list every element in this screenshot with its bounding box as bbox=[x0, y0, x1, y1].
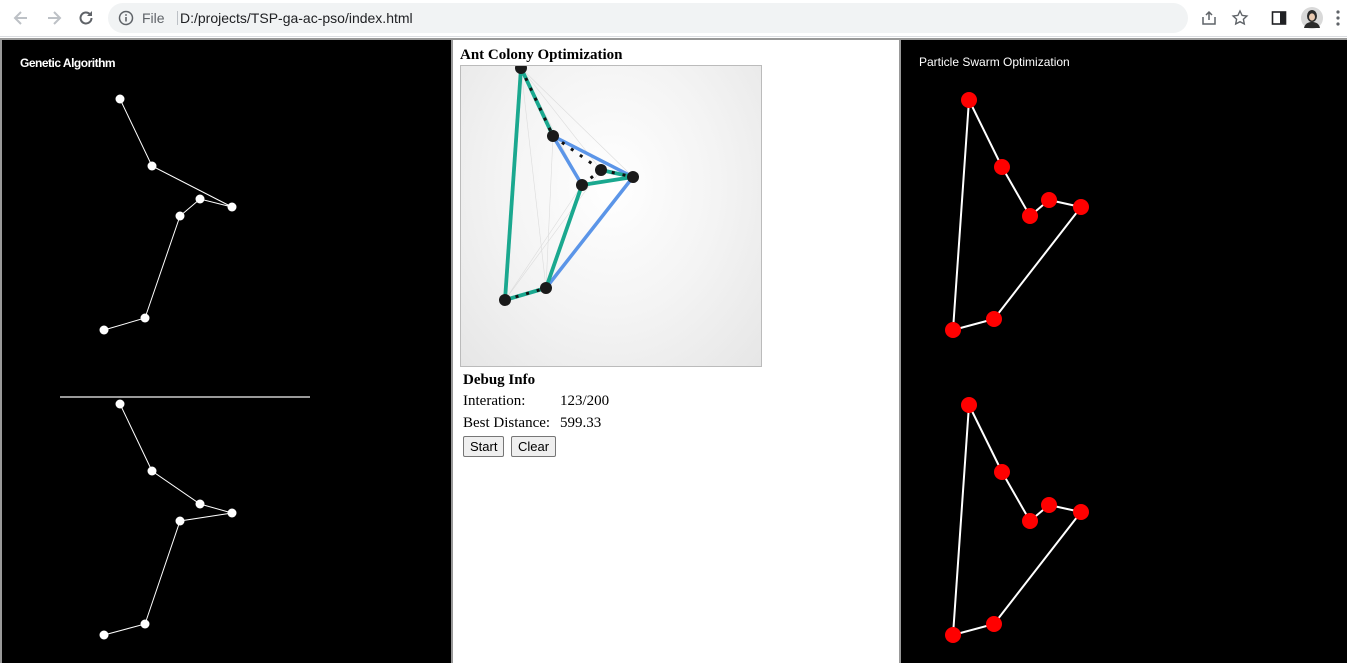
ga-city bbox=[147, 161, 157, 171]
aco-city bbox=[540, 282, 552, 294]
clear-button[interactable]: Clear bbox=[511, 436, 557, 457]
kebab-menu-icon bbox=[1336, 10, 1340, 26]
aco-title: Ant Colony Optimization bbox=[460, 47, 623, 63]
menu-button[interactable] bbox=[1330, 5, 1346, 31]
aco-city bbox=[576, 179, 588, 191]
ga-city bbox=[195, 194, 205, 204]
bookmark-button[interactable] bbox=[1227, 5, 1253, 31]
aco-pheromone-trails bbox=[504, 67, 634, 301]
aco-city bbox=[595, 164, 607, 176]
aco-canvas bbox=[460, 65, 762, 367]
pso-title: Particle Swarm Optimization bbox=[919, 55, 1070, 69]
aco-city bbox=[627, 171, 639, 183]
aco-best-route bbox=[503, 67, 634, 302]
ga-city bbox=[99, 325, 109, 335]
iteration-value: 123/200 bbox=[560, 393, 610, 409]
profile-button[interactable] bbox=[1299, 5, 1325, 31]
debug-title: Debug Info bbox=[463, 372, 536, 388]
ga-city bbox=[115, 94, 125, 104]
iteration-label: Interation: bbox=[463, 393, 526, 409]
start-button[interactable]: Start bbox=[463, 436, 505, 457]
best-distance-value: 599.33 bbox=[560, 415, 602, 431]
ga-city bbox=[115, 399, 125, 409]
ga-city bbox=[227, 202, 237, 212]
ga-city bbox=[195, 499, 205, 509]
ga-canvas bbox=[60, 94, 310, 640]
ga-best-route bbox=[99, 399, 237, 640]
aco-ant-paths bbox=[504, 67, 634, 302]
ga-city bbox=[227, 508, 237, 518]
ga-city bbox=[140, 619, 150, 629]
ga-city bbox=[175, 516, 185, 526]
aco-city bbox=[499, 294, 511, 306]
avatar bbox=[1301, 7, 1323, 29]
ga-current-route bbox=[99, 94, 237, 335]
ga-city bbox=[147, 466, 157, 476]
ga-city bbox=[99, 630, 109, 640]
aco-city bbox=[547, 130, 559, 142]
ga-city bbox=[175, 211, 185, 221]
debug-info: Debug Info Interation: 123/200 Best Dist… bbox=[463, 370, 609, 434]
side-panel-icon bbox=[1271, 11, 1287, 25]
star-icon bbox=[1231, 9, 1249, 26]
aco-alt-route bbox=[544, 134, 635, 290]
share-button[interactable] bbox=[1196, 5, 1222, 31]
ga-city bbox=[140, 313, 150, 323]
best-distance-row: Best Distance: 599.33 bbox=[463, 412, 609, 434]
share-icon bbox=[1202, 10, 1216, 25]
particle-swarm-panel bbox=[901, 38, 1347, 663]
aco-graph bbox=[499, 66, 639, 306]
best-distance-label: Best Distance: bbox=[463, 415, 551, 431]
iteration-row: Interation: 123/200 bbox=[463, 390, 609, 412]
side-panel-button[interactable] bbox=[1266, 5, 1292, 31]
